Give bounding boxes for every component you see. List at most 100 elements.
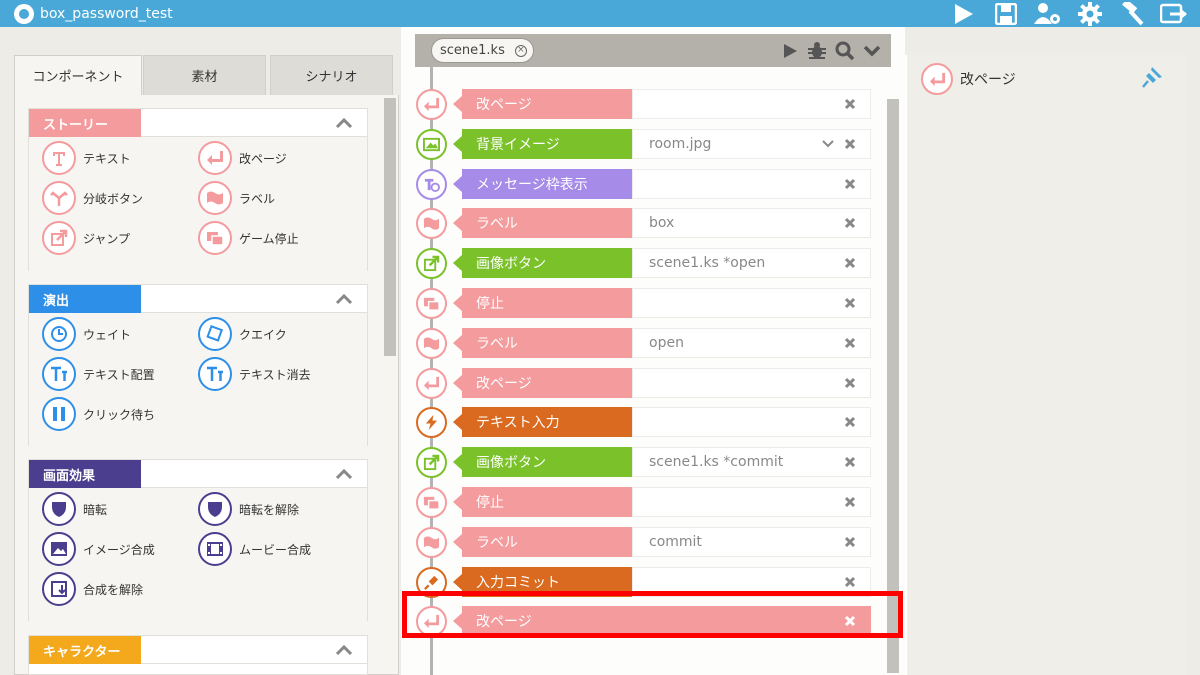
row-value[interactable]	[632, 288, 871, 318]
chevron-down-icon[interactable]	[863, 44, 881, 58]
play-icon[interactable]	[781, 42, 799, 60]
row-label[interactable]: 改ページ	[453, 89, 632, 119]
delete-x-icon[interactable]	[844, 496, 856, 508]
component-quake[interactable]: クエイク	[198, 316, 287, 352]
delete-x-icon[interactable]	[844, 416, 856, 428]
scenario-row[interactable]: 入力コミット	[401, 562, 891, 602]
component-text-position[interactable]: テキスト配置	[42, 356, 155, 392]
row-value[interactable]	[632, 487, 871, 517]
delete-x-icon[interactable]	[844, 456, 856, 468]
row-label[interactable]: 入力コミット	[453, 567, 632, 597]
left-scrollbar[interactable]	[383, 95, 397, 675]
scenario-row[interactable]: 背景イメージ room.jpg	[401, 124, 891, 164]
section-screen-effects-header[interactable]: 画面効果	[29, 460, 367, 488]
component-label-tag[interactable]: ラベル	[198, 180, 275, 216]
chevron-up-icon[interactable]	[335, 467, 353, 481]
row-value[interactable]	[632, 567, 871, 597]
delete-x-icon[interactable]	[844, 377, 856, 389]
row-value[interactable]: scene1.ks *commit	[632, 447, 871, 477]
scenario-row[interactable]: ラベル commit	[401, 522, 891, 562]
section-character-header[interactable]: キャラクター	[29, 636, 367, 664]
component-game-stop[interactable]: ゲーム停止	[198, 220, 299, 256]
row-value[interactable]	[632, 89, 871, 119]
row-label[interactable]: 背景イメージ	[453, 129, 632, 159]
file-tab[interactable]: scene1.ks ×	[431, 38, 534, 63]
save-icon[interactable]	[992, 2, 1020, 26]
scenario-row[interactable]: 停止	[401, 482, 891, 522]
row-label[interactable]: 改ページ	[453, 606, 632, 636]
component-movie-composite[interactable]: ムービー合成	[198, 531, 311, 567]
component-fade-in[interactable]: 暗転を解除	[198, 491, 299, 527]
row-value[interactable]: box	[632, 208, 871, 238]
delete-x-icon[interactable]	[844, 178, 856, 190]
delete-x-icon[interactable]	[844, 615, 856, 627]
row-label[interactable]: 改ページ	[453, 368, 632, 398]
component-composite-release[interactable]: 合成を解除	[42, 571, 143, 607]
bug-icon[interactable]	[807, 41, 827, 61]
scenario-row[interactable]: 改ページ	[401, 84, 891, 124]
delete-x-icon[interactable]	[844, 337, 856, 349]
scenario-row[interactable]: 画像ボタン scene1.ks *commit	[401, 442, 891, 482]
film-icon	[198, 532, 232, 566]
component-jump[interactable]: ジャンプ	[42, 220, 130, 256]
chevron-down-icon[interactable]	[822, 139, 834, 149]
component-fade-out[interactable]: 暗転	[42, 491, 107, 527]
scenario-row[interactable]: テキスト入力	[401, 402, 891, 442]
scenario-row[interactable]: 改ページ	[401, 601, 891, 641]
section-effects-header[interactable]: 演出	[29, 285, 367, 313]
scenario-row[interactable]: 改ページ	[401, 363, 891, 403]
delete-x-icon[interactable]	[844, 257, 856, 269]
row-value[interactable]	[632, 169, 871, 199]
export-icon[interactable]	[1160, 2, 1188, 26]
scenario-row[interactable]: ラベル open	[401, 323, 891, 363]
component-wait[interactable]: ウェイト	[42, 316, 131, 352]
row-label[interactable]: 画像ボタン	[453, 248, 632, 278]
section-story-header[interactable]: ストーリー	[29, 109, 367, 137]
tab-materials[interactable]: 素材	[143, 55, 266, 95]
delete-x-icon[interactable]	[844, 217, 856, 229]
component-click-wait[interactable]: クリック待ち	[42, 396, 155, 432]
component-text[interactable]: テキスト	[42, 140, 131, 176]
gear-icon[interactable]	[1076, 1, 1104, 26]
component-image-composite[interactable]: イメージ合成	[42, 531, 155, 567]
delete-x-icon[interactable]	[844, 297, 856, 309]
row-value[interactable]: room.jpg	[632, 129, 871, 159]
row-label[interactable]: ラベル	[453, 527, 632, 557]
row-label[interactable]: 画像ボタン	[453, 447, 632, 477]
row-value[interactable]: commit	[632, 527, 871, 557]
row-value[interactable]	[632, 407, 871, 437]
chevron-up-icon[interactable]	[335, 116, 353, 130]
scenario-row[interactable]: 停止	[401, 283, 891, 323]
scenario-row[interactable]: ラベル box	[401, 203, 891, 243]
row-label[interactable]: 停止	[453, 487, 632, 517]
delete-x-icon[interactable]	[844, 98, 856, 110]
users-settings-icon[interactable]	[1034, 2, 1062, 26]
scenario-row[interactable]: メッセージ枠表示	[401, 164, 891, 204]
chevron-up-icon[interactable]	[335, 643, 353, 657]
tab-components[interactable]: コンポーネント	[14, 55, 142, 95]
delete-x-icon[interactable]	[844, 576, 856, 588]
component-branch-button[interactable]: 分岐ボタン	[42, 180, 143, 216]
row-value[interactable]	[632, 606, 871, 636]
row-label[interactable]: ラベル	[453, 328, 632, 358]
pin-icon[interactable]	[1142, 65, 1164, 89]
delete-x-icon[interactable]	[844, 536, 856, 548]
close-icon[interactable]: ×	[514, 45, 527, 57]
row-value[interactable]: scene1.ks *open	[632, 248, 871, 278]
left-scroll-thumb[interactable]	[384, 98, 396, 356]
row-value[interactable]: open	[632, 328, 871, 358]
component-text-clear[interactable]: テキスト消去	[198, 356, 311, 392]
build-hammer-icon[interactable]	[1118, 1, 1146, 26]
search-icon[interactable]	[835, 41, 855, 61]
chevron-up-icon[interactable]	[335, 292, 353, 306]
row-label[interactable]: ラベル	[453, 208, 632, 238]
delete-x-icon[interactable]	[844, 138, 856, 150]
play-icon[interactable]	[950, 2, 978, 26]
scenario-row[interactable]: 画像ボタン scene1.ks *open	[401, 243, 891, 283]
row-value[interactable]	[632, 368, 871, 398]
row-label[interactable]: テキスト入力	[453, 407, 632, 437]
tab-scenario[interactable]: シナリオ	[270, 55, 393, 95]
row-label[interactable]: メッセージ枠表示	[453, 169, 632, 199]
component-page-break[interactable]: 改ページ	[198, 140, 287, 176]
row-label[interactable]: 停止	[453, 288, 632, 318]
